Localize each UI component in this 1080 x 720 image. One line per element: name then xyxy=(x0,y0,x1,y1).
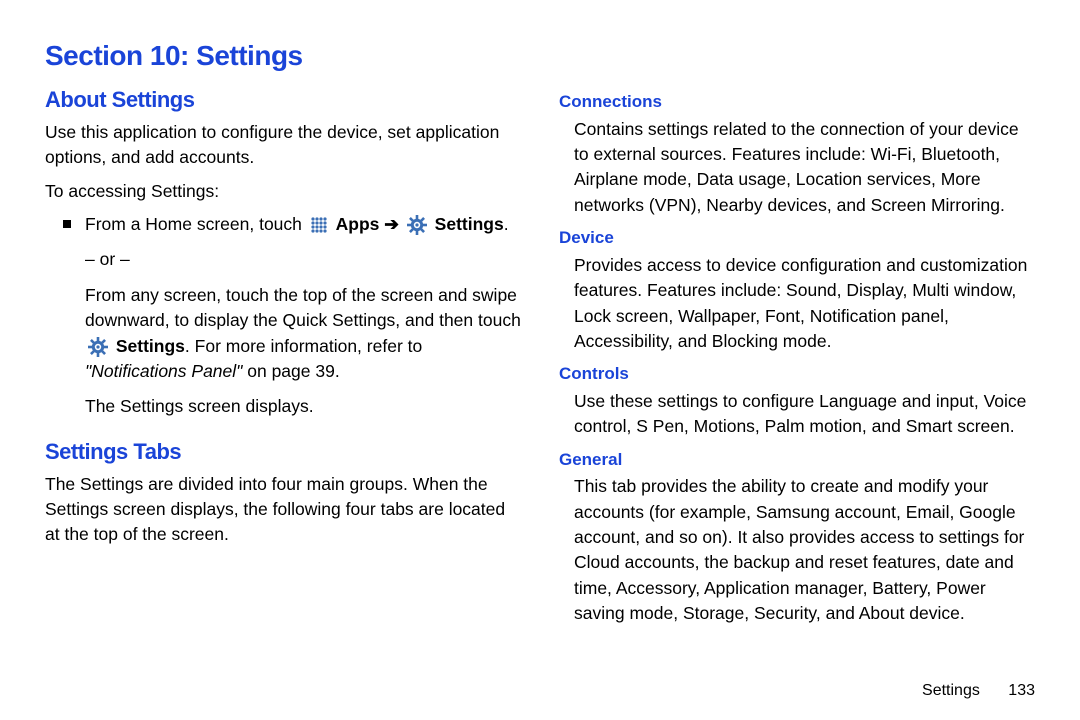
instruction-bullet: From a Home screen, touch xyxy=(63,212,521,430)
connections-body: Contains settings related to the connect… xyxy=(574,117,1035,219)
tabs-intro: The Settings are divided into four main … xyxy=(45,472,521,548)
page: Section 10: Settings About Settings Use … xyxy=(0,0,1080,720)
or-text: – or – xyxy=(85,247,521,272)
controls-body: Use these settings to configure Language… xyxy=(574,389,1035,440)
page-footer: Settings 133 xyxy=(922,682,1035,700)
device-heading: Device xyxy=(559,226,1035,251)
instr2-text-a: From any screen, touch the top of the sc… xyxy=(85,285,521,330)
arrow-icon: ➔ xyxy=(384,214,399,234)
apps-grid-icon xyxy=(310,216,328,234)
ref-italic: "Notifications Panel" xyxy=(85,361,242,381)
settings-gear-icon xyxy=(88,337,108,357)
page-number: 133 xyxy=(1008,682,1035,699)
tabs-heading: Settings Tabs xyxy=(45,436,521,468)
about-heading: About Settings xyxy=(45,84,521,116)
about-intro: Use this application to configure the de… xyxy=(45,120,521,171)
access-label: To accessing Settings: xyxy=(45,179,521,204)
ref-tail: on page 39. xyxy=(242,361,339,381)
instr2-text-b: . For more information, refer to xyxy=(185,336,422,356)
settings-label-2: Settings xyxy=(116,336,185,356)
connections-heading: Connections xyxy=(559,90,1035,115)
instr1-text-a: From a Home screen, touch xyxy=(85,214,307,234)
displays-text: The Settings screen displays. xyxy=(85,394,521,419)
two-column-layout: About Settings Use this application to c… xyxy=(45,84,1035,635)
section-title: Section 10: Settings xyxy=(45,40,1035,72)
device-body: Provides access to device configuration … xyxy=(574,253,1035,355)
footer-label: Settings xyxy=(922,682,980,699)
settings-label-1: Settings xyxy=(435,214,504,234)
left-column: About Settings Use this application to c… xyxy=(45,84,521,635)
instruction-line-2: From any screen, touch the top of the sc… xyxy=(85,283,521,385)
general-body: This tab provides the ability to create … xyxy=(574,474,1035,626)
instruction-line-1: From a Home screen, touch xyxy=(85,212,521,237)
instruction-content: From a Home screen, touch xyxy=(85,212,521,430)
apps-label: Apps xyxy=(336,214,380,234)
square-bullet-icon xyxy=(63,220,71,228)
right-column: Connections Contains settings related to… xyxy=(559,84,1035,635)
controls-heading: Controls xyxy=(559,362,1035,387)
instr1-text-b: . xyxy=(504,214,509,234)
settings-gear-icon xyxy=(407,215,427,235)
general-heading: General xyxy=(559,448,1035,473)
